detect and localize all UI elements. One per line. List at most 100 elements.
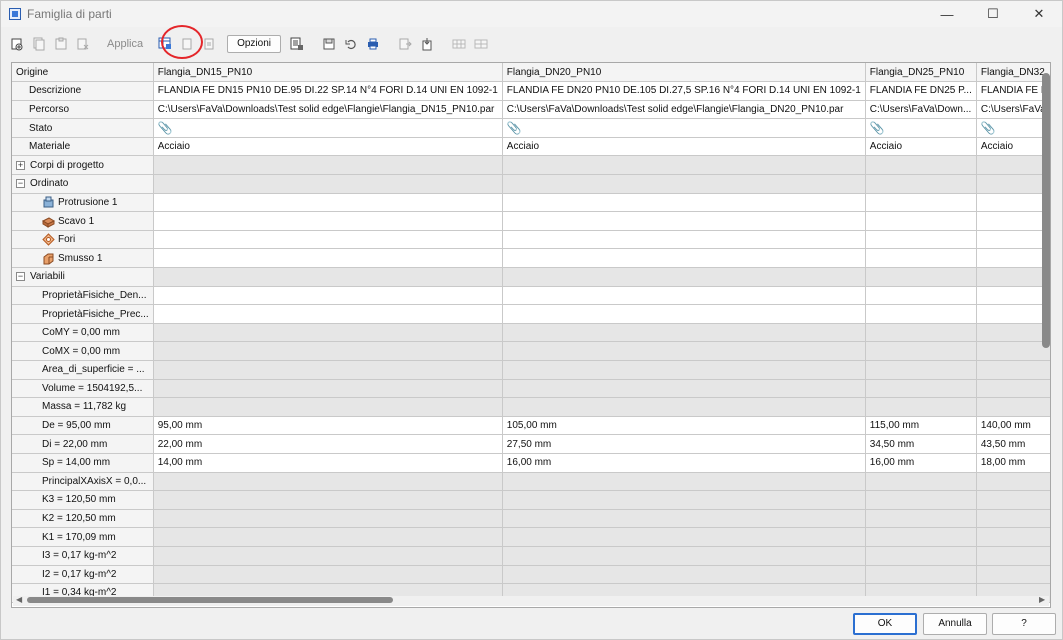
table-cell[interactable]: 16,00 mm <box>502 453 866 473</box>
table-cell[interactable] <box>153 509 503 529</box>
table-cell[interactable]: C:\Users\FaVa\Down... <box>865 100 977 120</box>
table-cell[interactable] <box>865 397 977 417</box>
vertical-scrollbar[interactable] <box>1042 73 1050 348</box>
table-cell[interactable]: 105,00 mm <box>502 416 866 436</box>
table-cell[interactable] <box>502 193 866 213</box>
table-cell[interactable] <box>865 527 977 547</box>
table-cell[interactable] <box>502 546 866 566</box>
table-cell[interactable] <box>865 304 977 324</box>
table-cell[interactable] <box>976 248 1050 269</box>
table-cell[interactable] <box>502 211 866 231</box>
column-header-dn15[interactable]: Flangia_DN15_PN10 <box>153 63 503 83</box>
table-cell[interactable] <box>502 397 866 417</box>
paperclip-icon[interactable]: 📎 <box>870 121 885 135</box>
table-cell[interactable] <box>153 211 503 231</box>
apply-button[interactable]: Applica <box>101 34 149 54</box>
maximize-button[interactable]: ☐ <box>970 1 1016 27</box>
table-cell[interactable] <box>153 304 503 324</box>
table-cell[interactable] <box>153 546 503 566</box>
table-cell[interactable] <box>502 230 866 250</box>
table-cell[interactable]: Acciaio <box>502 137 866 157</box>
table-cell[interactable] <box>865 472 977 492</box>
table-cell[interactable] <box>502 304 866 324</box>
table-cell[interactable] <box>153 490 503 510</box>
table-cell[interactable] <box>153 230 503 250</box>
table-cell[interactable] <box>865 379 977 399</box>
close-button[interactable]: ✕ <box>1016 1 1062 27</box>
table-cell[interactable]: Acciaio <box>976 137 1050 157</box>
horizontal-scrollbar[interactable] <box>27 597 393 603</box>
collapse-icon[interactable]: − <box>16 179 25 189</box>
table-cell[interactable] <box>153 527 503 547</box>
table-cell[interactable] <box>865 565 977 585</box>
table-cell[interactable] <box>502 565 866 585</box>
row-label-group[interactable]: + Corpi di progetto <box>12 155 154 176</box>
table-cell[interactable] <box>865 230 977 250</box>
scroll-left-icon[interactable]: ◀ <box>16 595 22 604</box>
table-cell[interactable] <box>976 527 1050 547</box>
table-cell[interactable]: FLANDIA FE DN15 PN10 DE.95 DI.22 SP.14 N… <box>153 81 503 101</box>
grid-icon-1[interactable] <box>449 34 469 54</box>
row-label-group[interactable]: − Variabili <box>12 267 154 287</box>
table-cell[interactable] <box>502 248 866 269</box>
column-header-dn32[interactable]: Flangia_DN32_PN10 <box>976 63 1050 83</box>
table-cell[interactable]: C:\Users\FaVa\Down... <box>976 100 1050 120</box>
table-cell[interactable] <box>865 546 977 566</box>
table-cell[interactable] <box>976 490 1050 510</box>
table-cell[interactable]: 43,50 mm <box>976 434 1050 454</box>
table-cell[interactable] <box>865 286 977 306</box>
column-header-dn25[interactable]: Flangia_DN25_PN10 <box>865 63 977 83</box>
copy-member-icon[interactable] <box>29 34 49 54</box>
delete-member-icon[interactable] <box>73 34 93 54</box>
table-cell[interactable] <box>502 379 866 399</box>
minimize-button[interactable]: — <box>924 1 970 27</box>
column-header-dn20[interactable]: Flangia_DN20_PN10 <box>502 63 866 83</box>
table-cell[interactable]: Acciaio <box>153 137 503 157</box>
table-cell[interactable]: 14,00 mm <box>153 453 503 473</box>
paperclip-icon[interactable]: 📎 <box>158 121 173 135</box>
table-cell[interactable] <box>976 286 1050 306</box>
table-cell[interactable] <box>502 341 866 361</box>
options-button[interactable]: Opzioni <box>227 35 281 53</box>
column-header-origin[interactable]: Origine <box>12 63 154 83</box>
table-cell[interactable]: C:\Users\FaVa\Downloads\Test solid edge\… <box>153 100 503 120</box>
table-cell[interactable] <box>153 323 503 343</box>
import-icon[interactable] <box>417 34 437 54</box>
paste-member-icon[interactable] <box>51 34 71 54</box>
table-cell[interactable] <box>976 211 1050 231</box>
table-cell[interactable] <box>153 565 503 585</box>
table-cell[interactable]: 📎 <box>502 118 866 138</box>
table-cell[interactable] <box>976 565 1050 585</box>
undo-icon[interactable] <box>341 34 361 54</box>
table-cell[interactable]: 📎 <box>153 118 503 138</box>
expand-icon[interactable]: + <box>16 160 25 170</box>
table-cell[interactable] <box>976 193 1050 213</box>
table-cell[interactable] <box>976 509 1050 529</box>
table-cell[interactable] <box>976 379 1050 399</box>
new-member-icon[interactable] <box>7 34 27 54</box>
table-cell[interactable]: 16,00 mm <box>865 453 977 473</box>
table-cell[interactable]: 34,50 mm <box>865 434 977 454</box>
table-cell[interactable]: 18,00 mm <box>976 453 1050 473</box>
cancel-button[interactable]: Annulla <box>923 613 987 635</box>
table-cell[interactable]: FLANDIA FE DN32 P... <box>976 81 1050 101</box>
grid-icon-2[interactable] <box>471 34 491 54</box>
table-cell[interactable] <box>153 341 503 361</box>
table-cell[interactable] <box>502 472 866 492</box>
collapse-icon[interactable]: − <box>16 272 25 282</box>
table-cell[interactable] <box>865 490 977 510</box>
table-cell[interactable] <box>865 193 977 213</box>
scroll-right-icon[interactable]: ▶ <box>1039 595 1045 604</box>
table-cell[interactable] <box>865 211 977 231</box>
table-cell[interactable] <box>976 230 1050 250</box>
ok-button[interactable]: OK <box>853 613 917 635</box>
table-cell[interactable] <box>865 360 977 380</box>
table-cell[interactable] <box>153 397 503 417</box>
table-cell[interactable] <box>502 323 866 343</box>
table-cell[interactable]: C:\Users\FaVa\Downloads\Test solid edge\… <box>502 100 866 120</box>
table-cell[interactable] <box>865 509 977 529</box>
table-cell[interactable] <box>153 193 503 213</box>
table-cell[interactable]: 115,00 mm <box>865 416 977 436</box>
properties-icon[interactable] <box>287 34 307 54</box>
table-cell[interactable]: 📎 <box>865 118 977 138</box>
